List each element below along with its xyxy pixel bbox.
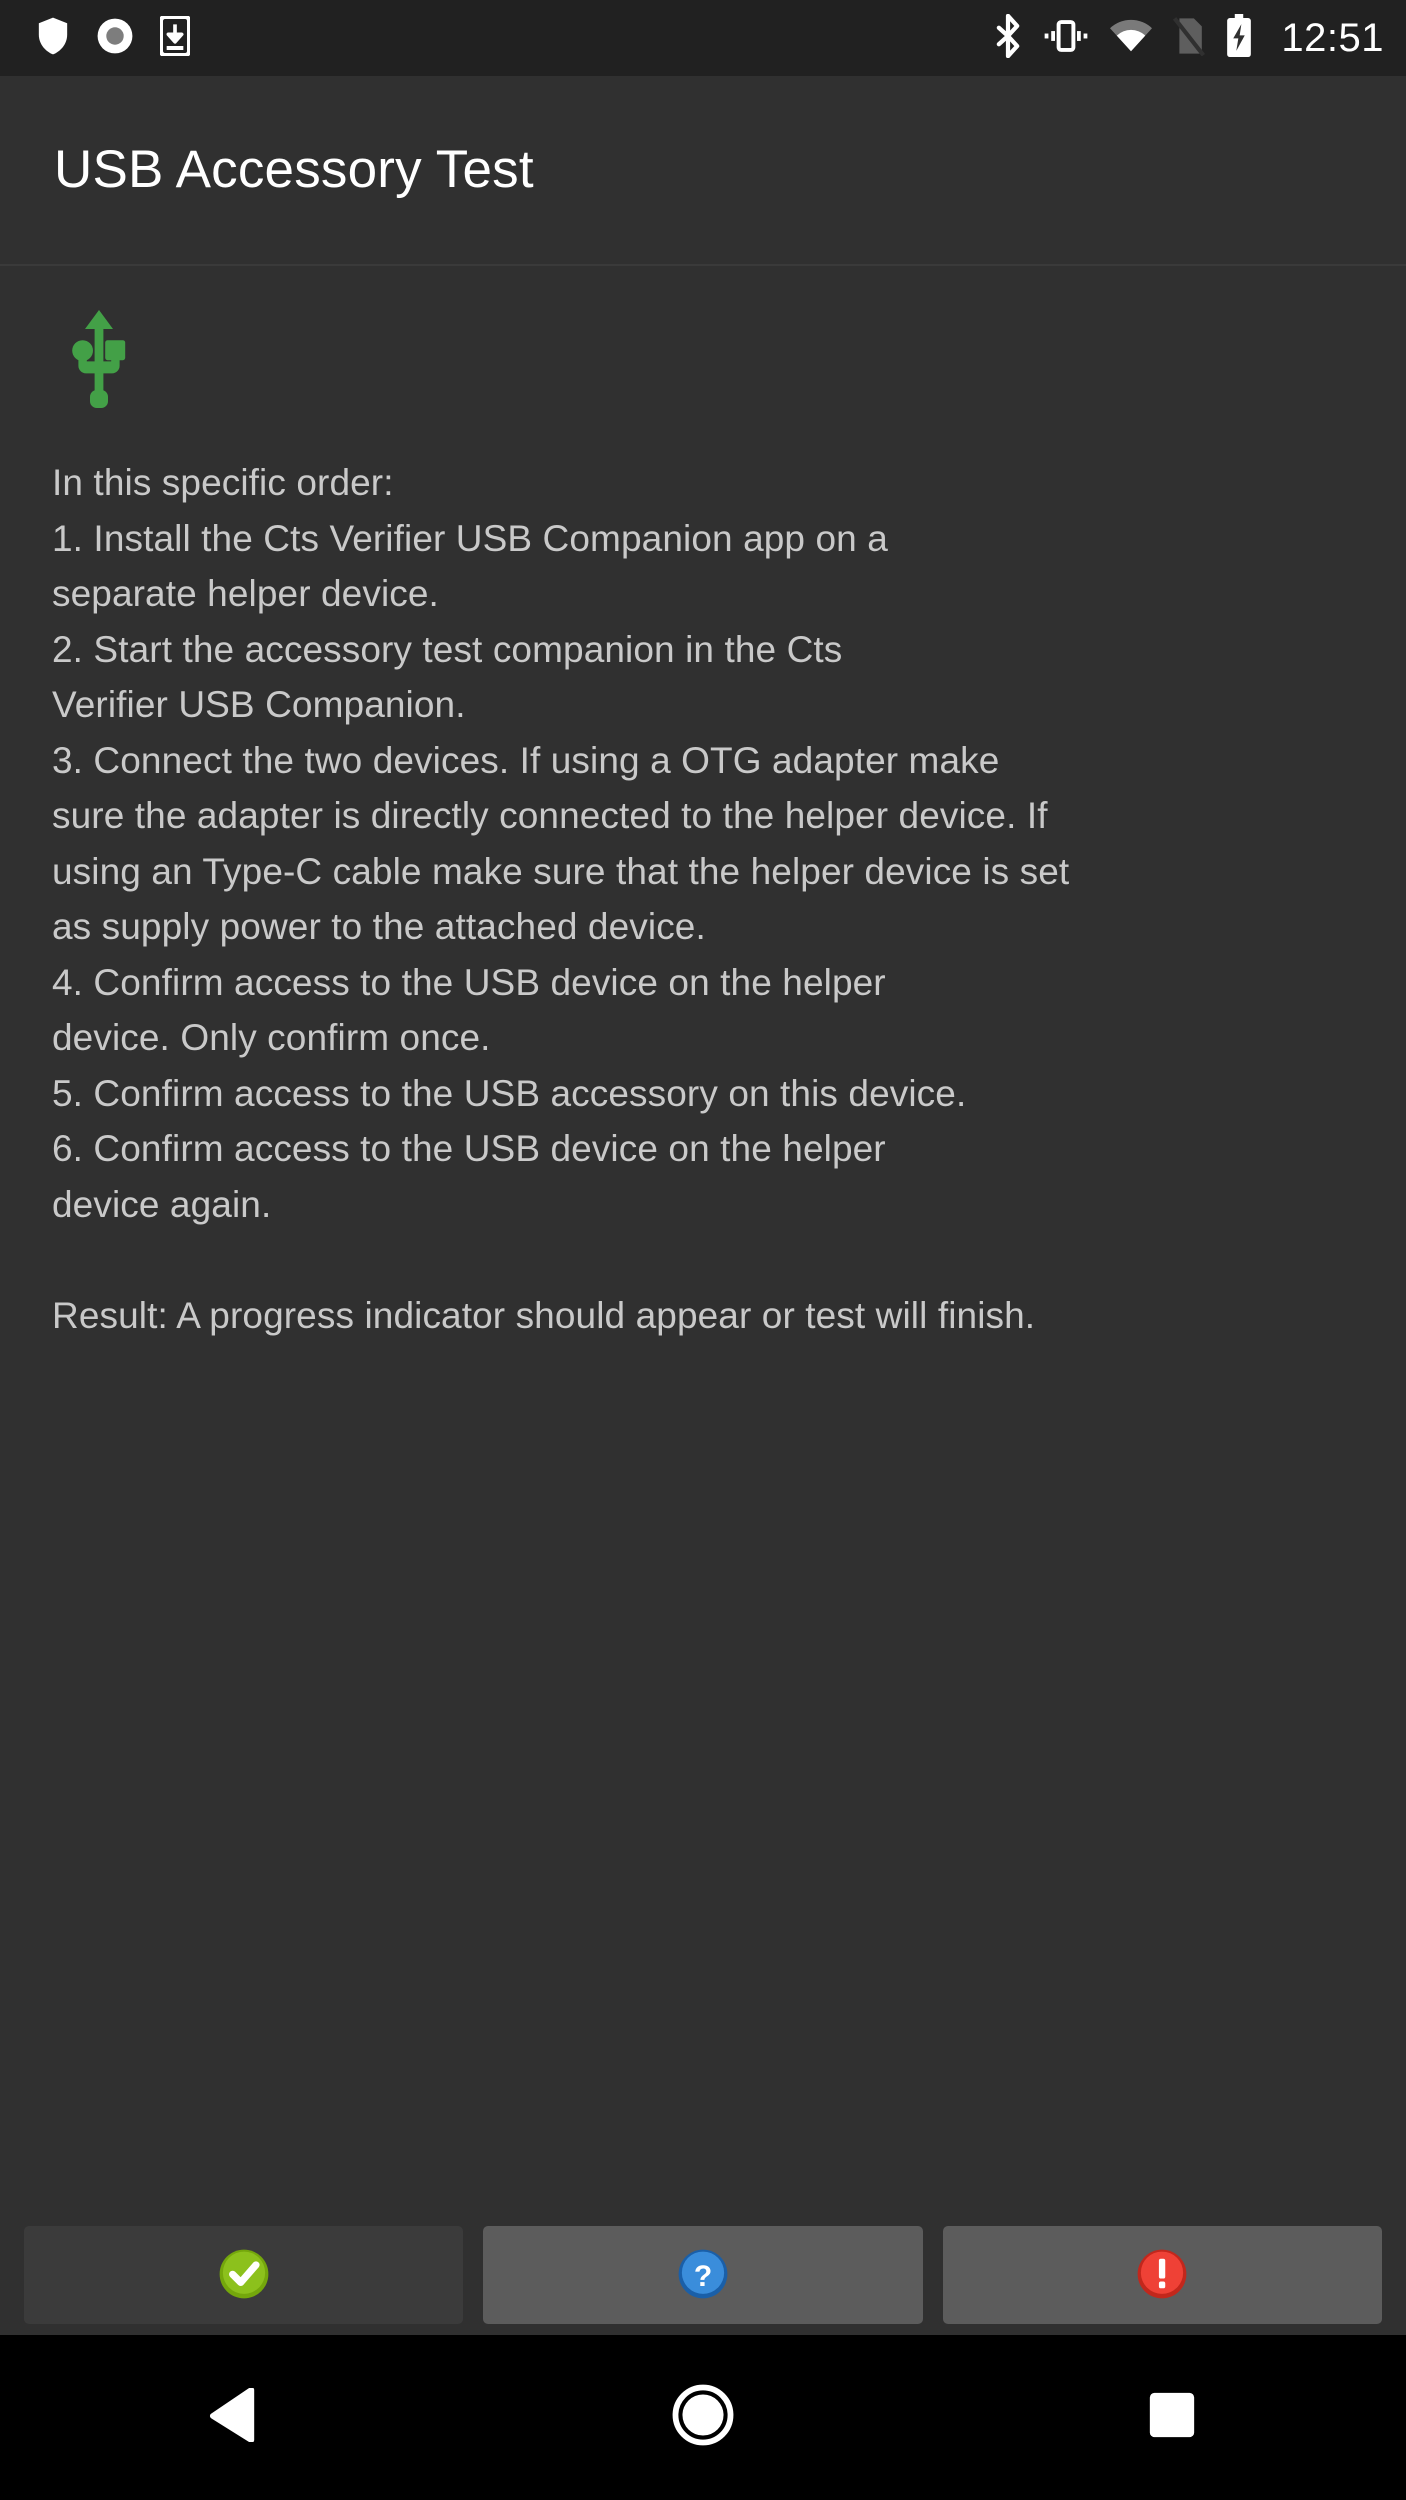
status-bar-right-icons: 12:51 — [993, 13, 1384, 63]
usb-icon — [66, 310, 132, 412]
status-bar: 12:51 — [0, 0, 1406, 76]
svg-text:?: ? — [694, 2260, 712, 2293]
bluetooth-icon — [993, 13, 1023, 63]
no-sim-icon — [1173, 16, 1206, 61]
system-navigation-bar — [0, 2335, 1406, 2500]
check-circle-icon — [218, 2248, 270, 2303]
status-bar-left-icons — [36, 14, 192, 61]
usb-icon-container — [0, 268, 1406, 413]
home-circle-icon — [672, 2384, 734, 2451]
android-screen: 12:51 USB Accessory Test In this specifi… — [0, 0, 1406, 2500]
main-content: In this specific order: 1. Install the C… — [0, 268, 1406, 2215]
question-circle-icon: ? — [677, 2248, 729, 2303]
battery-charging-icon — [1225, 13, 1253, 63]
exclamation-circle-icon — [1136, 2248, 1188, 2303]
fail-button[interactable] — [942, 2226, 1382, 2324]
shield-icon — [36, 16, 70, 61]
nav-recents-button[interactable] — [1077, 2335, 1267, 2500]
info-button[interactable]: ? — [483, 2226, 923, 2324]
vibrate-icon — [1043, 16, 1089, 61]
app-bar: USB Accessory Test — [0, 76, 1406, 266]
download-to-device-icon — [158, 14, 192, 61]
verdict-button-bar: ? — [0, 2215, 1406, 2335]
wifi-icon — [1109, 19, 1153, 58]
back-triangle-icon — [209, 2387, 259, 2447]
page-title: USB Accessory Test — [54, 139, 534, 199]
nav-back-button[interactable] — [139, 2335, 329, 2500]
nav-home-button[interactable] — [608, 2335, 798, 2500]
pass-button[interactable] — [24, 2226, 464, 2324]
screen-record-icon — [96, 17, 134, 60]
status-bar-clock: 12:51 — [1281, 16, 1384, 60]
recents-square-icon — [1148, 2391, 1196, 2444]
test-instructions: In this specific order: 1. Install the C… — [52, 462, 1070, 1336]
